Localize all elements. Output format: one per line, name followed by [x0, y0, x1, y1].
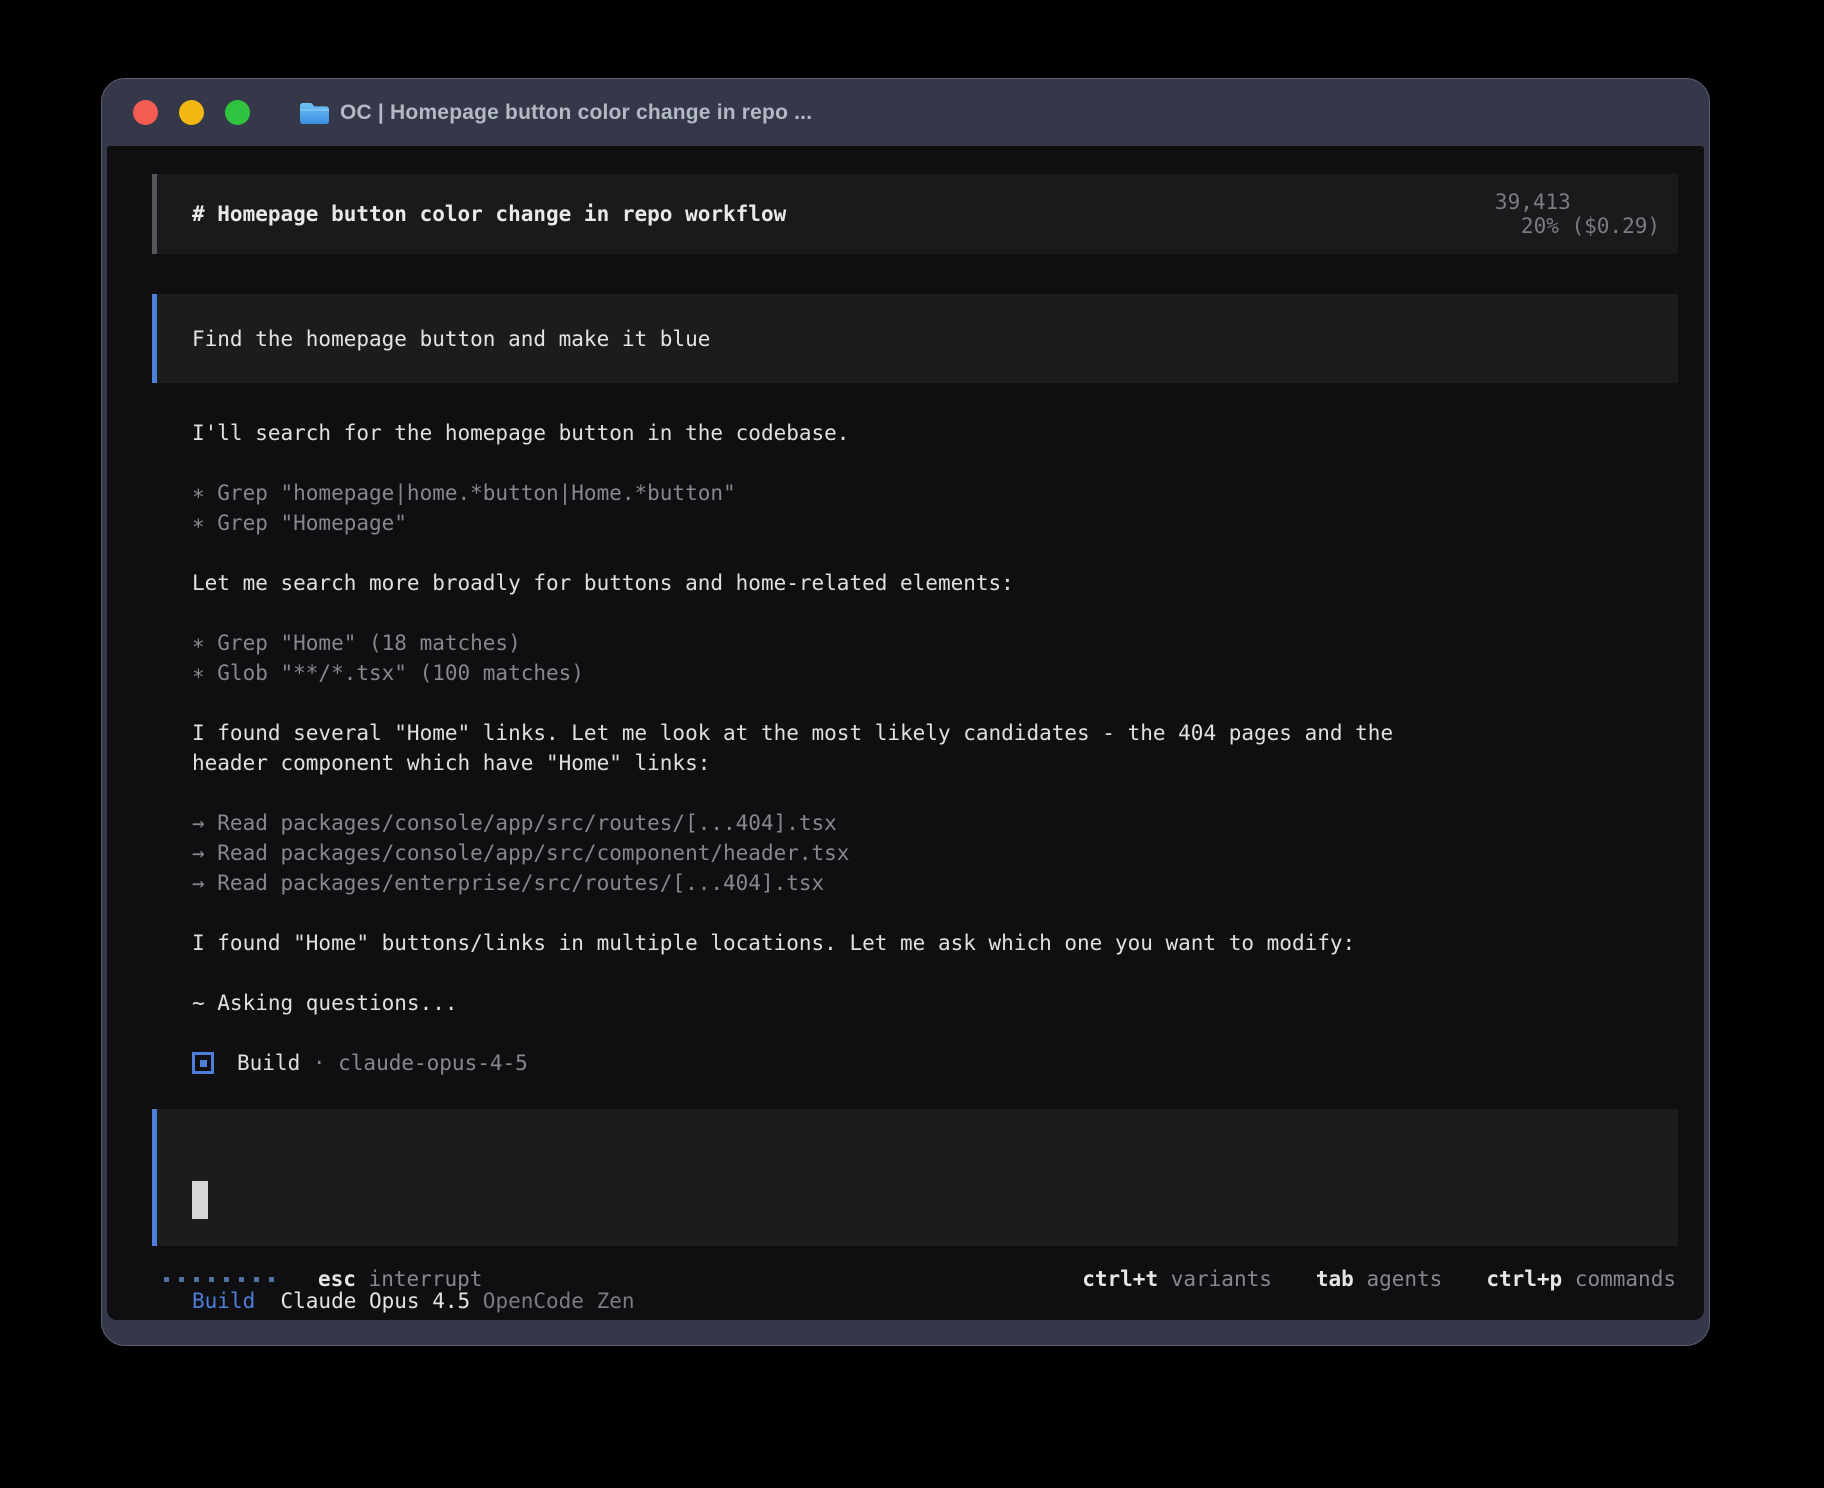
hint-interrupt: esc interrupt — [318, 1267, 482, 1291]
transcript-line-tool: ∗ Grep "Homepage" — [192, 508, 1682, 538]
minimize-button[interactable] — [179, 100, 204, 125]
status-bar: esc interrupt ctrl+t variantstab agentsc… — [164, 1264, 1676, 1294]
spinner-dot — [209, 1277, 214, 1282]
spinner-dot — [269, 1277, 274, 1282]
transcript-line-para: I found "Home" buttons/links in multiple… — [192, 928, 1682, 958]
session-stats: 39,413 20% ($0.29) — [1394, 166, 1660, 262]
transcript-line-blank — [192, 1018, 1682, 1048]
transcript-line-blank — [192, 598, 1682, 628]
agent-task-icon — [192, 1052, 214, 1074]
hint-variants: ctrl+t variants — [1082, 1267, 1272, 1291]
zoom-button[interactable] — [225, 100, 250, 125]
assistant-transcript: I'll search for the homepage button in t… — [192, 418, 1682, 1078]
task-model-name: · claude-opus-4-5 — [300, 1048, 528, 1078]
text-cursor — [192, 1181, 208, 1219]
folder-icon — [299, 100, 330, 126]
transcript-line-read: → Read packages/enterprise/src/routes/[.… — [192, 868, 1682, 898]
transcript-line-task: Build · claude-opus-4-5 — [192, 1048, 1682, 1078]
terminal-window: OC | Homepage button color change in rep… — [101, 78, 1710, 1346]
spinner-dot — [164, 1277, 169, 1282]
desktop: { "window": { "title": "OC | Homepage bu… — [0, 0, 1824, 1488]
status-bar-hints: ctrl+t variants tab agents ctrl+p commands — [1082, 1267, 1676, 1291]
terminal-content: # Homepage button color change in repo w… — [107, 146, 1704, 1320]
prompt-input[interactable]: Build Claude Opus 4.5 OpenCode Zen — [152, 1109, 1678, 1246]
spinner-dot — [224, 1277, 229, 1282]
transcript-line-read: → Read packages/console/app/src/routes/[… — [192, 808, 1682, 838]
token-count: 39,413 — [1495, 190, 1571, 214]
transcript-line-tool: ∗ Grep "homepage|home.*button|Home.*butt… — [192, 478, 1682, 508]
transcript-line-blank — [192, 448, 1682, 478]
transcript-line-para: ~ Asking questions... — [192, 988, 1682, 1018]
transcript-line-read: → Read packages/console/app/src/componen… — [192, 838, 1682, 868]
spinner-dots — [164, 1277, 274, 1282]
window-title: OC | Homepage button color change in rep… — [340, 101, 812, 125]
transcript-line-para: Let me search more broadly for buttons a… — [192, 568, 1682, 598]
spinner-dot — [239, 1277, 244, 1282]
spinner-dot — [179, 1277, 184, 1282]
transcript-line-tool: ∗ Glob "**/*.tsx" (100 matches) — [192, 658, 1682, 688]
context-cost: 20% ($0.29) — [1521, 214, 1660, 238]
session-header: # Homepage button color change in repo w… — [152, 174, 1678, 254]
session-title: # Homepage button color change in repo w… — [192, 202, 786, 226]
transcript-line-blank — [192, 688, 1682, 718]
transcript-line-blank — [192, 898, 1682, 928]
task-agent-name: Build — [237, 1048, 300, 1078]
spinner-dot — [254, 1277, 259, 1282]
transcript-line-tool: ∗ Grep "Home" (18 matches) — [192, 628, 1682, 658]
transcript-line-para: header component which have "Home" links… — [192, 748, 1682, 778]
transcript-line-para: I'll search for the homepage button in t… — [192, 418, 1682, 448]
user-message: Find the homepage button and make it blu… — [152, 294, 1678, 383]
transcript-line-para: I found several "Home" links. Let me loo… — [192, 718, 1682, 748]
titlebar: OC | Homepage button color change in rep… — [102, 79, 1709, 146]
transcript-line-blank — [192, 778, 1682, 808]
hint-commands: ctrl+p commands — [1486, 1267, 1676, 1291]
transcript-line-blank — [192, 958, 1682, 988]
close-button[interactable] — [133, 100, 158, 125]
spinner-dot — [194, 1277, 199, 1282]
transcript-line-blank — [192, 538, 1682, 568]
hint-agents: tab agents — [1316, 1267, 1442, 1291]
user-message-text: Find the homepage button and make it blu… — [192, 327, 710, 351]
